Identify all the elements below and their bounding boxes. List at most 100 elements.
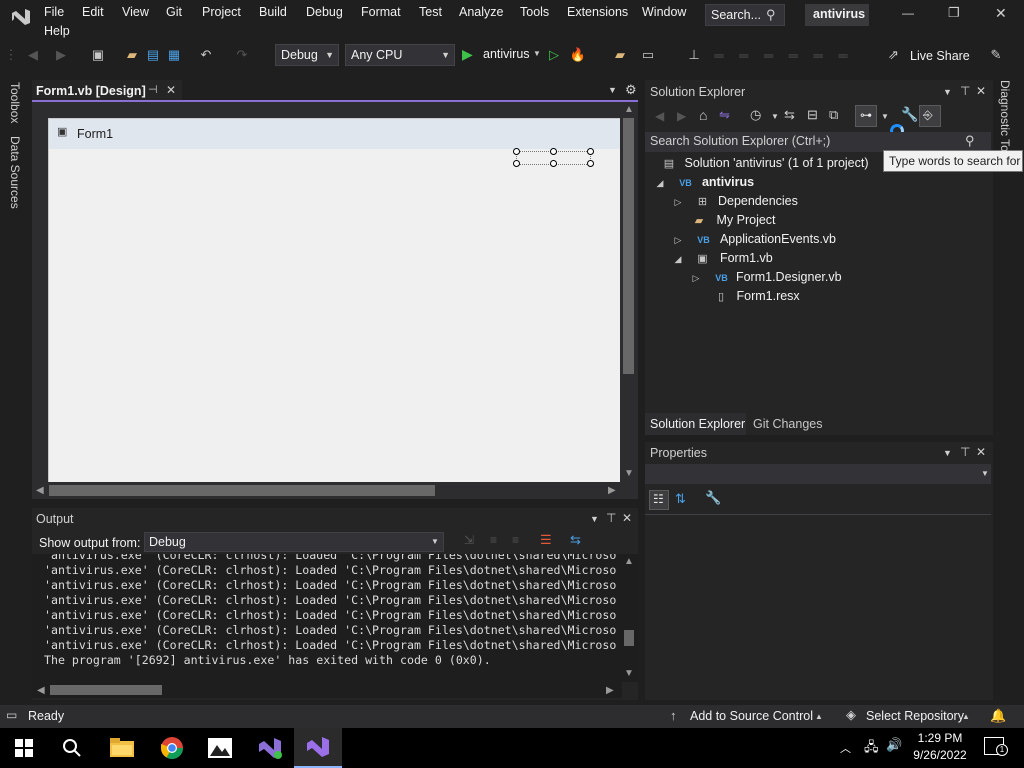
previous-message-icon[interactable]: ≡ [490,533,497,547]
volume-icon[interactable]: 🔊 [886,737,902,753]
chevron-up-icon[interactable]: ︿ [840,740,851,756]
output-hscroll[interactable]: ◀ ▶ [32,682,622,698]
alphabetical-icon[interactable]: ⇅ [675,491,686,507]
tree-item-form1-resx[interactable]: ▯ Form1.resx [715,287,800,306]
properties-wrench-icon[interactable]: 🔧 [901,106,918,123]
minimize-button[interactable]: — [902,6,914,20]
switch-views-icon[interactable]: ⇋ [719,107,730,123]
solution-search-input[interactable]: Search Solution Explorer (Ctrl+;) ⚲ [645,132,991,152]
close-panel-icon[interactable]: ✕ [622,511,632,525]
object-selector-dropdown[interactable]: ▼ [645,464,991,484]
windows-start-icon[interactable] [0,728,48,768]
tree-item-form1-designer[interactable]: ▷ VB Form1.Designer.vb [691,268,842,287]
designer-surface[interactable]: ▣ Form1 ▲ ▼ ◀ ▶ [32,102,638,499]
preview-selected-button[interactable]: ⎆ [919,105,941,127]
close-tab-icon[interactable]: ✕ [166,83,176,97]
close-panel-icon[interactable]: ✕ [976,84,986,98]
menu-extensions[interactable]: Extensions [567,3,628,21]
toolbox-tab[interactable]: Toolbox [8,82,22,123]
next-message-icon[interactable]: ≡ [512,533,519,547]
tab-solution-explorer[interactable]: Solution Explorer [645,413,746,435]
visual-studio-installer-icon[interactable] [246,728,294,768]
save-all-icon[interactable]: ▦ [165,45,183,65]
configuration-dropdown[interactable]: Debug ▼ [275,44,339,66]
designer-hscroll[interactable]: ◀ ▶ [32,482,622,499]
show-all-files-icon[interactable]: ⧉ [829,107,838,123]
menu-file[interactable]: File [44,3,64,21]
menu-window[interactable]: Window [642,3,686,21]
menu-analyze[interactable]: Analyze [459,3,503,21]
word-wrap-icon[interactable]: ⇆ [570,532,581,548]
pin-icon[interactable]: ⊤ [960,84,970,98]
pin-tab-icon[interactable]: ⊣ [148,83,158,96]
selection-handles[interactable] [513,148,594,167]
search-box[interactable]: Search... ⚲ [705,4,785,26]
tab-list-dropdown-icon[interactable]: ▼ [608,85,617,95]
chrome-icon[interactable] [148,728,196,768]
menu-test[interactable]: Test [419,3,442,21]
pending-changes-icon[interactable]: ◷ [750,107,761,123]
collapse-all-icon[interactable]: ⊟ [807,107,818,123]
menu-build[interactable]: Build [259,3,287,21]
taskbar-clock[interactable]: 1:29 PM 9/26/2022 [908,730,972,766]
undo-icon[interactable]: ↶ [196,45,216,65]
new-project-icon[interactable]: ▣ [88,45,108,65]
restore-button[interactable]: ❐ [948,5,960,21]
chevron-down-icon[interactable]: ▼ [881,112,889,121]
align-icon[interactable]: ⊥ [686,45,702,65]
network-icon[interactable]: 🖧 [864,738,879,760]
chevron-down-icon[interactable]: ▼ [943,87,952,97]
layout-icon[interactable]: ▭ [638,45,658,65]
forward-icon[interactable]: ▶ [50,45,72,65]
notifications-bell-icon[interactable]: 🔔 [990,708,1006,724]
open-folder-icon[interactable]: ▰ [122,45,142,65]
home-icon[interactable]: ⌂ [699,107,707,123]
pin-icon[interactable]: ⊤ [606,511,616,525]
clear-all-icon[interactable]: ☰ [540,532,552,548]
diagnostic-tools-tab[interactable]: Diagnostic To [998,80,1012,152]
project-node[interactable]: ◢ VB antivirus [655,173,755,192]
photos-icon[interactable] [196,728,244,768]
platform-dropdown[interactable]: Any CPU ▼ [345,44,455,66]
visual-studio-taskbar-icon[interactable] [294,728,342,768]
doc-tab-form1-design[interactable]: Form1.vb [Design] ⊣ ✕ [32,80,182,102]
menu-git[interactable]: Git [166,3,182,21]
save-icon[interactable]: ▤ [144,45,162,65]
tree-item-dependencies[interactable]: ▷ ⊞ Dependencies [673,192,798,211]
categorized-button[interactable]: ☷ [649,490,669,510]
menu-edit[interactable]: Edit [82,3,104,21]
browse-folder-icon[interactable]: ▰ [610,45,630,65]
start-without-debugging-icon[interactable]: ▷ [545,45,563,65]
redo-icon[interactable]: ↷ [232,45,252,65]
sync-icon[interactable]: ⇆ [784,107,795,123]
back-icon[interactable]: ◀ [655,109,664,123]
feedback-icon[interactable]: ✎ [986,45,1006,65]
forward-icon[interactable]: ▶ [677,109,686,123]
chevron-down-icon[interactable]: ▼ [590,514,599,524]
settings-gear-icon[interactable]: ⚙ [625,82,637,98]
form1-window[interactable]: ▣ Form1 [48,118,623,483]
output-text-area[interactable]: 'antivirus.exe' (CoreCLR: clrhost): Load… [32,554,622,682]
menu-help[interactable]: Help [44,22,70,40]
menu-debug[interactable]: Debug [306,3,343,21]
menu-view[interactable]: View [122,3,149,21]
filter-files-button[interactable]: ⊶ [855,105,877,127]
find-message-icon[interactable]: ⇲ [464,533,474,547]
chevron-down-icon[interactable]: ▼ [771,112,779,121]
menu-tools[interactable]: Tools [520,3,549,21]
chevron-down-icon[interactable]: ▼ [943,448,952,458]
close-window-button[interactable]: ✕ [995,5,1007,22]
output-vscroll[interactable]: ▲ ▼ [620,554,638,682]
designer-vscroll[interactable]: ▲ ▼ [620,102,638,484]
solution-node[interactable]: ▤ Solution 'antivirus' (1 of 1 project) [661,154,869,173]
menu-project[interactable]: Project [202,3,241,21]
tree-item-application-events[interactable]: ▷ VB ApplicationEvents.vb [673,230,836,249]
tree-item-my-project[interactable]: ▰ My Project [691,211,776,230]
property-pages-icon[interactable]: 🔧 [705,490,721,506]
menu-format[interactable]: Format [361,3,401,21]
hot-reload-icon[interactable]: 🔥 [568,45,588,65]
tab-git-changes[interactable]: Git Changes [749,413,829,435]
action-center-icon[interactable]: 1 [984,737,1008,756]
file-explorer-icon[interactable] [98,728,146,768]
tree-item-form1[interactable]: ◢ ▣ Form1.vb [673,249,773,268]
